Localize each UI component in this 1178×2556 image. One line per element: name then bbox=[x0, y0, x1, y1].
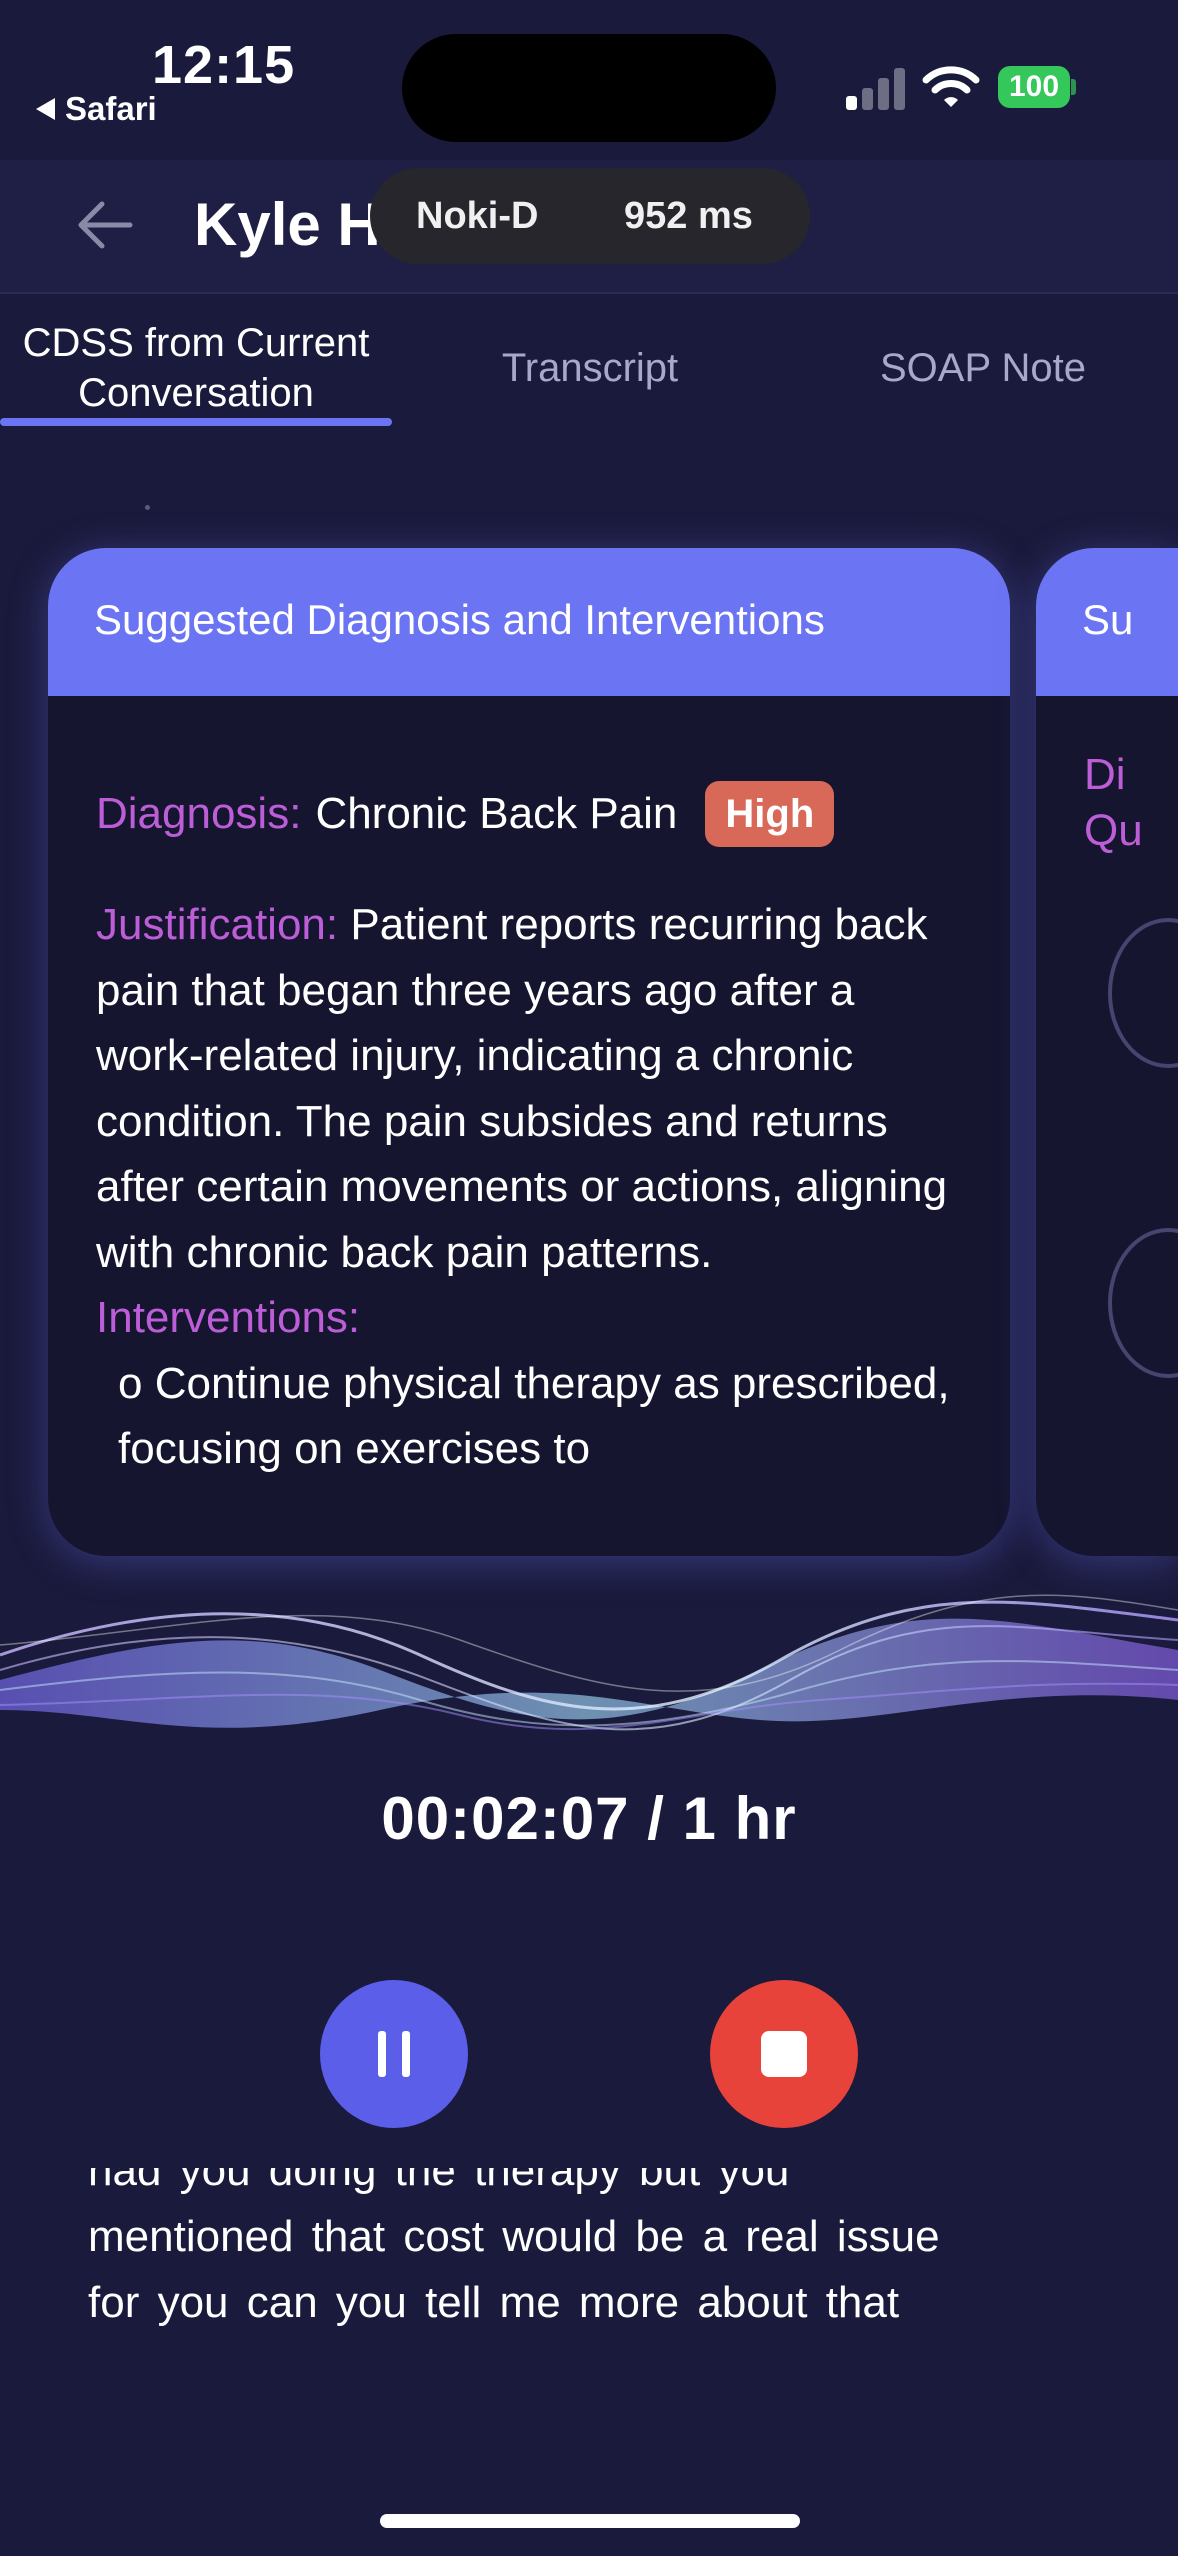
pause-icon bbox=[378, 2031, 386, 2077]
stop-icon bbox=[761, 2031, 807, 2077]
status-time: 12:15 bbox=[152, 35, 296, 95]
pause-button[interactable] bbox=[320, 1980, 468, 2128]
next-card-title: Su bbox=[1082, 596, 1134, 643]
next-suggestion-card[interactable]: Su Di Qu bbox=[1036, 548, 1178, 1556]
back-app-label: Safari bbox=[65, 90, 157, 127]
tab-cdss[interactable]: CDSS from Current Conversation bbox=[0, 308, 392, 428]
wifi-icon bbox=[922, 66, 980, 107]
next-card-option-circle bbox=[1108, 1228, 1178, 1378]
active-tab-indicator bbox=[0, 418, 392, 426]
suggestion-card[interactable]: Suggested Diagnosis and Interventions Di… bbox=[48, 548, 1010, 1556]
card-title: Suggested Diagnosis and Interventions bbox=[94, 596, 825, 643]
latency-pill: Noki-D 952 ms bbox=[370, 168, 810, 264]
battery-icon: 100 bbox=[998, 66, 1076, 108]
patient-name: Kyle H bbox=[194, 191, 381, 258]
justification: Justification: Patient reports recurring… bbox=[96, 892, 966, 1285]
live-transcript: had you doing the therapy but you mentio… bbox=[88, 2168, 1108, 2368]
intervention-item: o Continue physical therapy as prescribe… bbox=[118, 1358, 950, 1474]
next-card-label-1: Di bbox=[1084, 750, 1126, 799]
tab-transcript[interactable]: Transcript bbox=[392, 308, 788, 428]
device-name: Noki-D bbox=[416, 194, 539, 237]
diagnosis-label: Diagnosis: bbox=[96, 789, 302, 839]
dynamic-island bbox=[402, 34, 776, 142]
transcript-line: for you can you tell me more about that bbox=[88, 2278, 900, 2327]
carousel-dot bbox=[145, 505, 150, 510]
transcript-line: mentioned that cost would be a real issu… bbox=[88, 2212, 940, 2261]
diagnosis-value: Chronic Back Pain bbox=[315, 789, 678, 839]
transcript-line: had you doing the therapy but you bbox=[88, 2168, 790, 2195]
stop-button[interactable] bbox=[710, 1980, 858, 2128]
back-arrow-icon[interactable] bbox=[74, 198, 136, 252]
justification-label: Justification: bbox=[96, 900, 339, 949]
cellular-signal-icon bbox=[846, 66, 906, 110]
tab-soap-note[interactable]: SOAP Note bbox=[788, 308, 1178, 428]
card-header: Suggested Diagnosis and Interventions bbox=[48, 548, 1010, 696]
audio-waveform bbox=[0, 1594, 1178, 1731]
diagnosis-row: Diagnosis: Chronic Back Pain High bbox=[96, 778, 966, 850]
next-card-header: Su bbox=[1036, 548, 1178, 696]
battery-level: 100 bbox=[998, 66, 1070, 108]
back-to-safari[interactable]: Safari bbox=[36, 90, 157, 128]
back-triangle-icon bbox=[36, 98, 55, 120]
latency-value: 952 ms bbox=[624, 194, 753, 237]
home-indicator[interactable] bbox=[380, 2514, 800, 2528]
interventions-label: Interventions: bbox=[96, 1293, 361, 1342]
next-card-label-2: Qu bbox=[1084, 806, 1143, 855]
recording-timer: 00:02:07 / 1 hr bbox=[381, 1785, 797, 1852]
card-body: Diagnosis: Chronic Back Pain High Justif… bbox=[96, 778, 966, 1528]
next-card-option-circle bbox=[1108, 918, 1178, 1068]
justification-text: Patient reports recurring back pain that… bbox=[96, 900, 948, 1277]
confidence-badge: High bbox=[705, 781, 835, 847]
